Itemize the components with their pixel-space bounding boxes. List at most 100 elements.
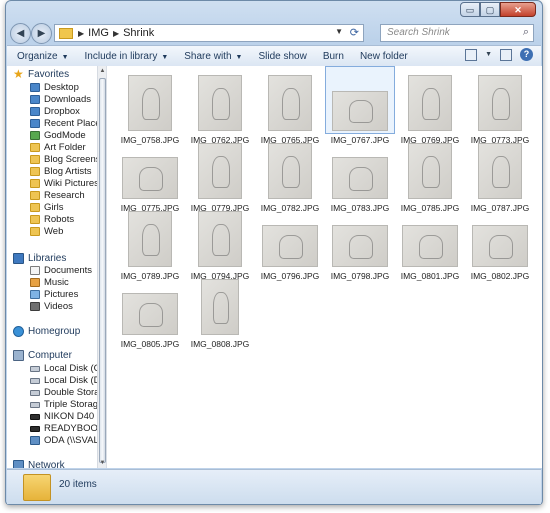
nav-item-videos[interactable]: Videos <box>30 300 73 313</box>
forward-button[interactable]: ▶ <box>31 23 52 44</box>
chevron-down-icon[interactable]: ▼ <box>485 51 492 58</box>
nav-favorites[interactable]: ★ Favorites <box>13 68 69 81</box>
thumbnail-frame <box>115 270 185 338</box>
nav-label: Recent Places <box>44 118 97 129</box>
image-thumbnail <box>472 225 528 267</box>
folder-icon <box>59 27 73 39</box>
include-in-library-button[interactable]: Include in library ▼ <box>85 51 169 62</box>
image-thumbnail <box>198 211 242 267</box>
desktop-icon <box>30 83 40 92</box>
file-item[interactable]: IMG_0805.JPG <box>115 270 185 349</box>
nav-label: Blog Artists <box>44 166 92 177</box>
preview-pane-icon[interactable] <box>500 48 512 61</box>
toolbar-right: ▼ ? <box>465 48 533 61</box>
file-item[interactable]: IMG_0808.JPG <box>185 270 255 349</box>
thumbnail-frame <box>185 134 255 202</box>
nav-label: Local Disk (D:) <box>44 375 97 386</box>
star-icon: ★ <box>13 67 24 81</box>
thumbnail-frame <box>465 202 535 270</box>
slide-show-button[interactable]: Slide show <box>258 51 306 62</box>
pictures-icon <box>30 290 40 299</box>
image-thumbnail <box>262 225 318 267</box>
sketch-shape <box>211 87 231 120</box>
file-item[interactable]: IMG_0801.JPG <box>395 202 465 281</box>
nav-label: Documents <box>44 265 93 276</box>
downloads-icon <box>30 95 40 104</box>
thumbnail-frame <box>255 134 325 202</box>
file-item[interactable]: IMG_0802.JPG <box>465 202 535 281</box>
back-button[interactable]: ◀ <box>10 23 31 44</box>
drive-icon <box>30 401 40 408</box>
documents-icon <box>30 266 40 275</box>
sketch-shape <box>489 234 513 259</box>
organize-button[interactable]: Organize ▼ <box>17 51 69 62</box>
nav-network[interactable]: Network <box>13 459 65 468</box>
address-bar[interactable]: ▶ IMG ▶ Shrink ▼ ⟳ <box>54 24 364 42</box>
folder-icon <box>30 167 40 176</box>
close-button[interactable]: ✕ <box>500 2 536 17</box>
file-name: IMG_0801.JPG <box>400 271 460 281</box>
homegroup-icon <box>13 326 24 337</box>
thumbnail-frame <box>115 66 185 134</box>
details-pane: 20 items <box>7 469 541 504</box>
sketch-shape <box>281 155 301 188</box>
file-item[interactable]: IMG_0796.JPG <box>255 202 325 281</box>
sketch-shape <box>349 166 373 191</box>
image-thumbnail <box>478 75 522 131</box>
nav-item-web[interactable]: Web <box>30 225 63 238</box>
control-panel-icon <box>30 131 40 140</box>
nav-label: NIKON D40 (H:) <box>44 411 97 422</box>
chevron-down-icon: ▼ <box>161 53 169 61</box>
thumbnail-frame <box>395 202 465 270</box>
scrollbar-thumb[interactable] <box>99 78 106 463</box>
nav-item-oda[interactable]: ODA (\\SVALBAR <box>30 434 97 447</box>
file-name: IMG_0796.JPG <box>260 271 320 281</box>
nav-homegroup[interactable]: Homegroup <box>13 325 80 338</box>
search-placeholder: Search Shrink <box>387 27 450 38</box>
image-thumbnail <box>332 91 388 131</box>
sketch-shape <box>349 100 373 124</box>
nav-label: Computer <box>28 350 72 361</box>
caption-buttons: ▭ ▢ ✕ <box>460 2 536 17</box>
chevron-down-icon: ▼ <box>61 53 69 61</box>
file-item[interactable]: IMG_0798.JPG <box>325 202 395 281</box>
image-thumbnail <box>128 75 172 131</box>
chevron-right-icon: ▶ <box>112 28 120 38</box>
search-icon[interactable]: ⌕ <box>523 26 529 39</box>
sketch-shape <box>141 223 161 256</box>
minimize-button[interactable]: ▭ <box>460 2 480 17</box>
nav-label: Downloads <box>44 94 91 105</box>
nav-label: Homegroup <box>28 326 81 337</box>
folder-icon <box>30 191 40 200</box>
nav-label: Dropbox <box>44 106 80 117</box>
chevron-down-icon[interactable]: ▼ <box>335 27 343 36</box>
sketch-shape <box>211 223 231 256</box>
thumbnail-frame <box>325 134 395 202</box>
nav-label: Network <box>28 460 65 468</box>
title-bar[interactable]: ▭ ▢ ✕ <box>6 1 542 21</box>
nav-label: Double Storage ( <box>44 387 97 398</box>
new-folder-button[interactable]: New folder <box>360 51 408 62</box>
nav-computer[interactable]: Computer <box>13 349 72 362</box>
view-options-icon[interactable] <box>465 48 478 61</box>
command-bar: Organize ▼ Include in library ▼ Share with… <box>7 45 541 67</box>
maximize-button[interactable]: ▢ <box>480 2 500 17</box>
image-thumbnail <box>332 225 388 267</box>
search-input[interactable]: Search Shrink ⌕ <box>380 24 534 42</box>
sketch-shape <box>211 155 231 188</box>
libraries-icon <box>13 253 24 264</box>
burn-button[interactable]: Burn <box>323 51 344 62</box>
nav-label: Pictures <box>44 289 79 300</box>
refresh-icon[interactable]: ⟳ <box>350 26 359 39</box>
thumbnail-frame <box>395 134 465 202</box>
folder-icon <box>30 203 40 212</box>
nav-label: GodMode <box>44 130 86 141</box>
sketch-shape <box>281 87 301 120</box>
help-icon[interactable]: ? <box>520 48 533 61</box>
breadcrumb-img[interactable]: IMG <box>88 27 109 39</box>
thumbnail-frame <box>185 270 255 338</box>
breadcrumb-shrink[interactable]: Shrink <box>123 27 154 39</box>
drive-icon <box>30 365 40 372</box>
share-with-button[interactable]: Share with ▼ <box>184 51 242 62</box>
image-thumbnail <box>332 157 388 199</box>
